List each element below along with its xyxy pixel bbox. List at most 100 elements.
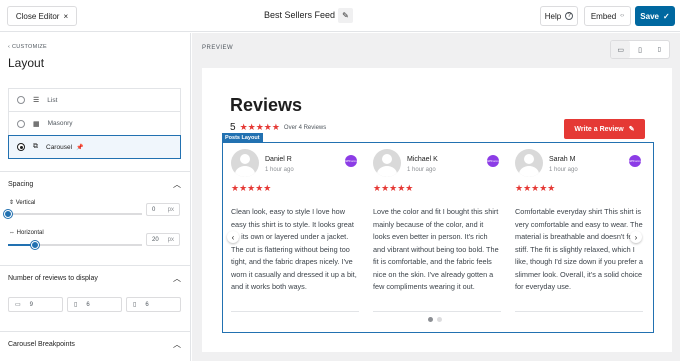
review-card: Sarah M 1 hour ago WPForms ★★★★★ Comfort… [515, 149, 643, 312]
preview-canvas: Reviews 5 ★★★★★ Over 4 Reviews Write a R… [202, 68, 672, 352]
mobile-count-field[interactable]: ▯ 6 [126, 297, 181, 312]
review-carousel: Daniel R 1 hour ago WPForms ★★★★★ Clean … [222, 142, 654, 333]
desktop-icon: ▭ [15, 302, 21, 308]
embed-label: Embed [590, 11, 617, 21]
help-label: Help [544, 11, 562, 21]
review-time: 1 hour ago [265, 167, 294, 173]
top-bar: Close Editor × Best Sellers Feed ✎ Help … [0, 0, 680, 32]
edit-title-button[interactable]: ✎ [338, 8, 353, 23]
wpforms-badge-icon: WPForms [344, 155, 358, 167]
desktop-count-field[interactable]: ▭ 9 [8, 297, 63, 312]
pencil-icon: ✎ [342, 11, 349, 20]
review-text: Clean look, easy to style I love how eas… [231, 207, 357, 291]
review-stars: ★★★★★ [515, 183, 556, 193]
carousel-icon: ⧉ [33, 143, 38, 150]
review-stars: ★★★★★ [231, 183, 272, 193]
device-switcher: ▭ ▯ ▯ [610, 40, 670, 59]
radio-carousel[interactable] [17, 143, 25, 151]
review-count: Over 4 Reviews [283, 124, 327, 131]
posts-layout-tag: Posts Layout [222, 133, 263, 142]
review-card: Michael K 1 hour ago WPForms ★★★★★ Love … [373, 149, 501, 312]
reviewer-name: Michael K [407, 156, 438, 163]
embed-button[interactable]: Embed ‹› [584, 6, 631, 26]
horizontal-value-field[interactable]: 20 px [146, 233, 180, 246]
layout-option-label: Masonry [47, 120, 73, 127]
vertical-slider-thumb[interactable] [4, 210, 12, 218]
wpforms-badge-icon: WPForms [628, 155, 642, 167]
radio-list[interactable] [17, 96, 25, 104]
desktop-icon: ▭ [617, 46, 624, 54]
close-editor-button[interactable]: Close Editor × [7, 6, 77, 26]
save-label: Save [640, 11, 659, 21]
horizontal-label: ⇔ Horizontal [9, 230, 44, 236]
carousel-prev-button[interactable]: ‹ [227, 231, 239, 243]
breakpoints-section-header[interactable]: Carousel Breakpoints ︿ [0, 331, 190, 357]
tablet-icon: ▯ [638, 46, 642, 54]
list-icon: ☰ [33, 97, 40, 104]
check-icon: ✓ [662, 11, 670, 21]
review-text: Comfortable everyday shirt This shirt is… [515, 207, 643, 291]
carousel-dot[interactable] [437, 317, 442, 322]
chevron-right-icon: › [634, 232, 638, 242]
breadcrumb-customize[interactable]: ‹ CUSTOMIZE [8, 44, 47, 50]
review-time: 1 hour ago [549, 167, 578, 173]
preview-area: PREVIEW ▭ ▯ ▯ Reviews 5 ★★★★★ Over 4 Rev… [192, 33, 680, 361]
tablet-icon: ▯ [74, 302, 78, 308]
layout-option-label: List [47, 96, 58, 104]
horizontal-slider-thumb[interactable] [31, 241, 39, 249]
spacing-section-header[interactable]: Spacing ︿ [0, 171, 190, 197]
carousel-dot[interactable] [428, 317, 433, 322]
close-editor-label: Close Editor [15, 11, 60, 21]
carousel-pagination [428, 317, 442, 322]
tablet-view-button[interactable]: ▯ [630, 41, 649, 58]
chevron-left-icon: ‹ [231, 232, 235, 242]
feed-title: Best Sellers Feed [264, 10, 336, 20]
reviews-title: Reviews [230, 95, 303, 115]
mobile-icon: ▯ [657, 47, 661, 53]
mobile-view-button[interactable]: ▯ [650, 41, 669, 58]
save-button[interactable]: Save ✓ [635, 6, 675, 26]
chevron-up-icon: ︿ [173, 274, 181, 283]
rating-score: 5 [230, 122, 236, 133]
layout-option-label: Carousel [46, 143, 73, 151]
avatar [373, 149, 401, 177]
spacing-heading: Spacing [8, 181, 34, 188]
num-reviews-heading: Number of reviews to display [8, 275, 98, 282]
vertical-spacing-icon: ⇕ [9, 200, 15, 206]
question-icon: ? [565, 12, 574, 20]
pencil-icon: ✎ [628, 126, 635, 133]
vertical-value-field[interactable]: 0 px [146, 203, 180, 216]
horizontal-spacing-icon: ⇔ [9, 230, 15, 236]
sidebar-title: Layout [8, 56, 45, 70]
vertical-slider-track[interactable] [4, 210, 142, 218]
code-icon: ‹› [620, 13, 625, 19]
desktop-view-button[interactable]: ▭ [611, 41, 631, 58]
reviewer-name: Daniel R [265, 156, 292, 163]
chevron-up-icon: ︿ [173, 180, 181, 189]
masonry-icon: ▦ [33, 120, 40, 128]
layout-option-list[interactable]: ☰ List [8, 88, 181, 112]
avatar [231, 149, 259, 177]
preview-label: PREVIEW [202, 45, 234, 51]
vertical-label: ⇕ Vertical [9, 200, 36, 206]
radio-masonry[interactable] [17, 119, 25, 128]
customizer-sidebar: ‹ CUSTOMIZE Layout ☰ List ▦ Masonry ⧉ Ca… [0, 33, 191, 361]
write-review-button[interactable]: Write a Review ✎ [564, 119, 645, 139]
carousel-next-button[interactable]: › [630, 231, 642, 243]
pin-icon: 📌 [76, 144, 84, 151]
avatar [515, 149, 543, 177]
rating-stars: ★★★★★ [239, 122, 280, 132]
review-time: 1 hour ago [407, 167, 436, 173]
num-reviews-section-header[interactable]: Number of reviews to display ︿ [0, 265, 190, 291]
horizontal-slider-track[interactable] [8, 241, 142, 249]
help-button[interactable]: Help ? [540, 6, 578, 26]
review-stars: ★★★★★ [373, 183, 414, 193]
rating-summary: 5 ★★★★★ Over 4 Reviews [230, 122, 326, 133]
layout-option-carousel[interactable]: ⧉ Carousel 📌 [8, 135, 181, 159]
tablet-count-field[interactable]: ▯ 6 [67, 297, 122, 312]
chevron-up-icon: ︿ [173, 340, 181, 349]
breakpoints-heading: Carousel Breakpoints [8, 341, 75, 348]
mobile-icon: ▯ [133, 302, 137, 308]
reviewer-name: Sarah M [549, 156, 576, 163]
layout-option-masonry[interactable]: ▦ Masonry [8, 112, 181, 136]
